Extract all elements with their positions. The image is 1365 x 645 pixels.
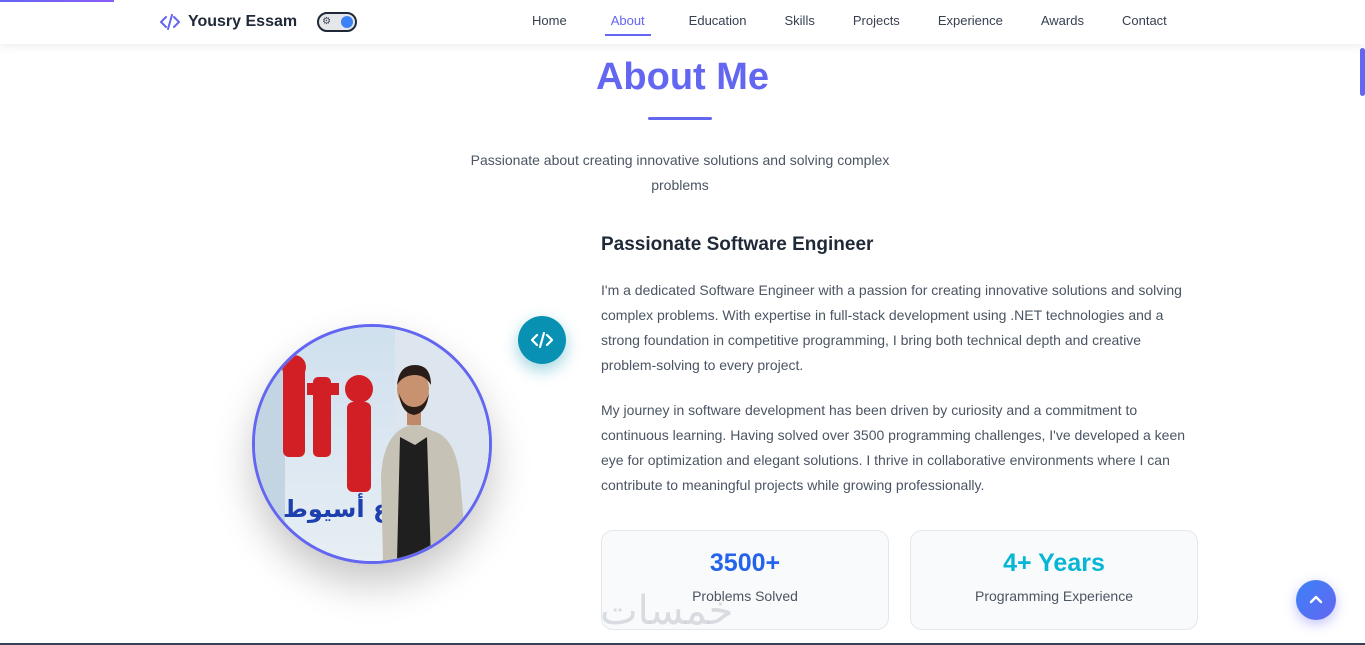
about-paragraph-2: My journey in software development has b… xyxy=(601,402,1186,493)
code-icon xyxy=(160,14,180,30)
section-title: About Me xyxy=(595,56,770,98)
stat-label: Programming Experience xyxy=(975,588,1133,604)
stat-card-experience: 4+ Years Programming Experience xyxy=(910,530,1198,630)
nav-contact[interactable]: Contact xyxy=(1122,0,1167,44)
stat-value: 4+ Years xyxy=(1003,549,1105,577)
nav-awards[interactable]: Awards xyxy=(1041,0,1084,44)
stat-value: 3500+ xyxy=(709,549,781,577)
scroll-to-top-button[interactable] xyxy=(1296,580,1336,620)
about-content: Passionate Software Engineer I'm a dedic… xyxy=(601,234,1201,518)
nav-experience[interactable]: Experience xyxy=(938,0,1003,44)
sun-icon: ⚙ xyxy=(322,16,332,27)
brand-logo[interactable]: Yousry Essam ⚙ xyxy=(160,10,358,34)
main-nav: Home About Education Skills Projects Exp… xyxy=(532,0,1205,44)
nav-education[interactable]: Education xyxy=(689,0,747,44)
title-underline xyxy=(648,117,712,120)
nav-skills[interactable]: Skills xyxy=(785,0,815,44)
nav-home[interactable]: Home xyxy=(532,0,567,44)
about-heading: Passionate Software Engineer xyxy=(601,234,874,255)
toggle-knob xyxy=(341,16,354,28)
nav-about[interactable]: About xyxy=(604,0,651,44)
section-subtitle: Passionate about creating innovative sol… xyxy=(470,152,890,193)
about-paragraph-1: I'm a dedicated Software Engineer with a… xyxy=(601,282,1182,373)
code-badge xyxy=(518,316,566,364)
profile-photo: فرع أسيوط xyxy=(252,324,492,564)
chevron-up-icon xyxy=(1309,595,1323,604)
brand-name: Yousry Essam xyxy=(188,13,298,30)
navbar: Yousry Essam ⚙ Home About Education Skil… xyxy=(0,0,1365,44)
code-icon xyxy=(531,332,553,348)
scroll-progress-bar xyxy=(0,0,114,2)
watermark: خمسات xyxy=(600,588,734,634)
nav-projects[interactable]: Projects xyxy=(853,0,900,44)
theme-toggle[interactable]: ⚙ xyxy=(317,12,358,32)
